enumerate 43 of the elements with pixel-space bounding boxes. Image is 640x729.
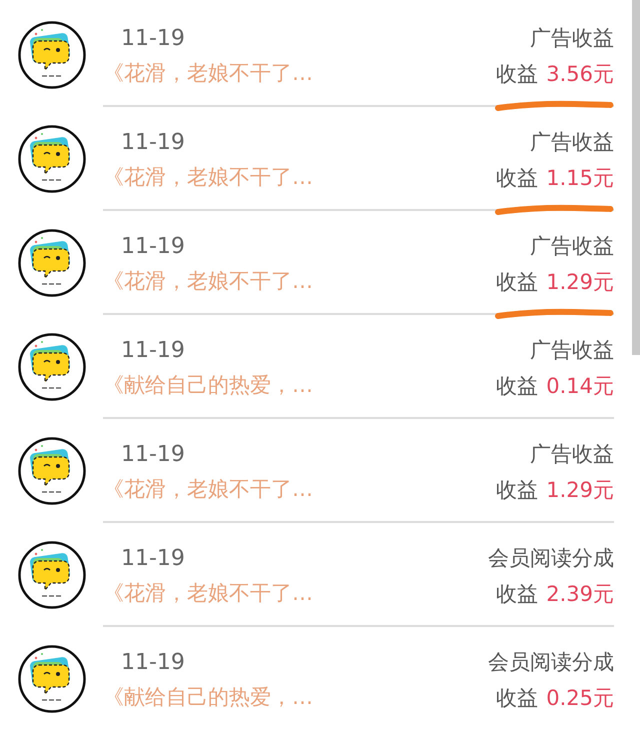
income-type: 广告收益 [530, 233, 614, 260]
income-label: 收益 [496, 581, 538, 608]
income-amount: 0.25元 [546, 685, 614, 712]
income-amount: 1.29元 [546, 269, 614, 296]
article-title: 《花滑，老娘不干了… [103, 60, 313, 86]
income-amount: 0.14元 [546, 373, 614, 400]
date-text: 11-19 [120, 546, 186, 570]
date-text: 11-19 [120, 650, 186, 674]
date-text: 11-19 [120, 26, 186, 50]
article-title: 《花滑，老娘不干了… [103, 164, 313, 190]
avatar-icon [18, 437, 86, 505]
avatar-icon [18, 645, 86, 713]
income-amount: 1.15元 [546, 165, 614, 192]
income-type: 广告收益 [530, 25, 614, 52]
avatar-icon [18, 333, 86, 401]
article-title: 《花滑，老娘不干了… [103, 476, 313, 502]
income-amount: 2.39元 [546, 581, 614, 608]
avatar-icon [18, 229, 86, 297]
income-label: 收益 [496, 61, 538, 88]
income-label: 收益 [496, 685, 538, 712]
income-label: 收益 [496, 165, 538, 192]
article-title: 《花滑，老娘不干了… [103, 580, 313, 606]
income-amount: 1.29元 [546, 477, 614, 504]
article-title: 《献给自己的热爱，… [103, 684, 313, 710]
income-amount: 3.56元 [546, 61, 614, 88]
date-text: 11-19 [120, 442, 186, 466]
income-type: 会员阅读分成 [488, 545, 614, 572]
income-type: 会员阅读分成 [488, 649, 614, 676]
date-text: 11-19 [120, 338, 186, 362]
date-text: 11-19 [120, 234, 186, 258]
avatar-icon [18, 21, 86, 89]
income-label: 收益 [496, 373, 538, 400]
income-type: 广告收益 [530, 129, 614, 156]
article-title: 《花滑，老娘不干了… [103, 268, 313, 294]
income-label: 收益 [496, 269, 538, 296]
avatar-icon [18, 125, 86, 193]
scrollbar[interactable] [632, 0, 640, 355]
income-label: 收益 [496, 477, 538, 504]
article-title: 《献给自己的热爱，… [103, 372, 313, 398]
income-type: 广告收益 [530, 337, 614, 364]
income-type: 广告收益 [530, 441, 614, 468]
date-text: 11-19 [120, 130, 186, 154]
avatar-icon [18, 541, 86, 609]
